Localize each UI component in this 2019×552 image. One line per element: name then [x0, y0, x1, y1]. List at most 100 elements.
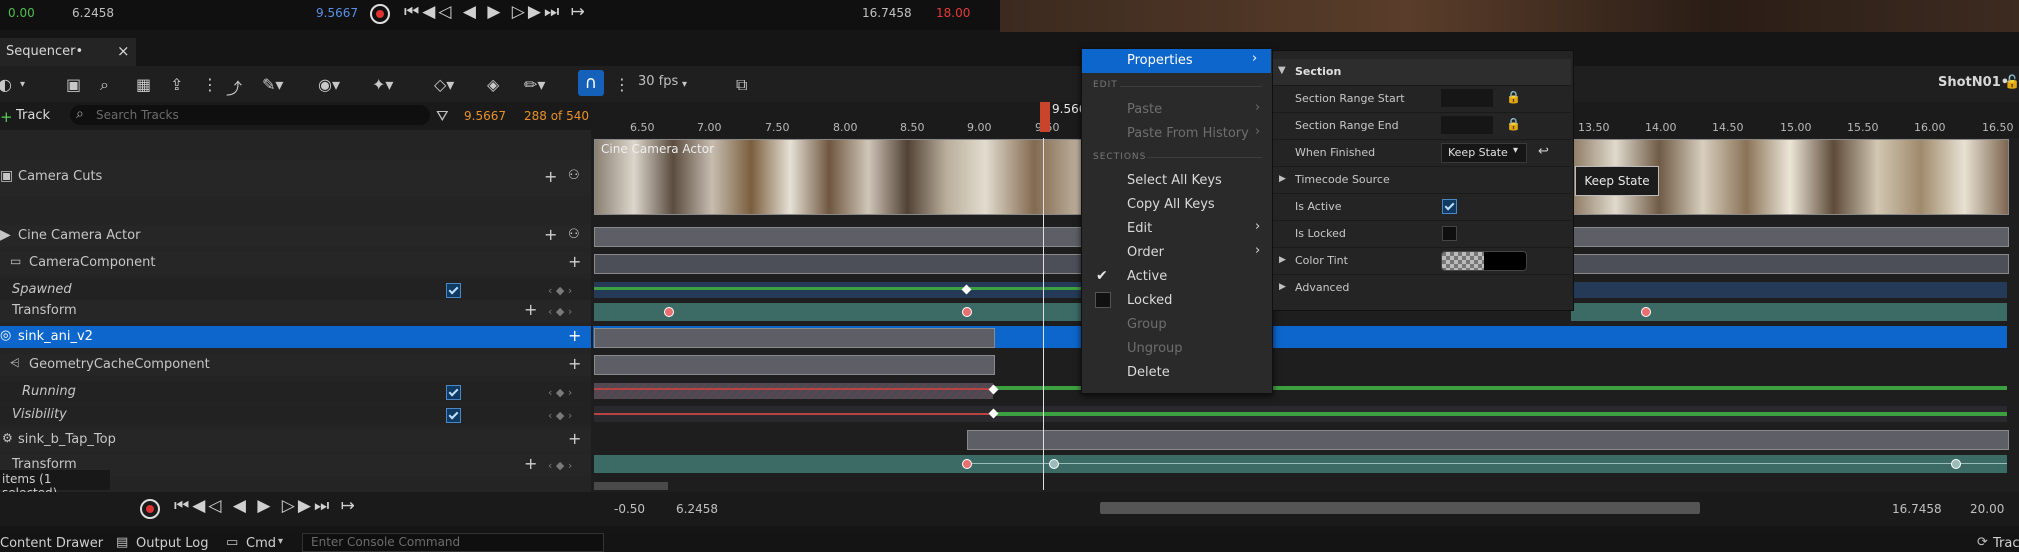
world-icon[interactable]: ◐: [0, 75, 12, 94]
menu-item-select-all-keys[interactable]: Select All Keys: [1127, 173, 1222, 188]
close-icon[interactable]: ×: [117, 42, 130, 60]
range-start-field[interactable]: [1441, 89, 1493, 107]
key-icon[interactable]: ◇▾: [434, 75, 454, 94]
transform-key[interactable]: [1049, 459, 1059, 469]
menu-item-active[interactable]: Active: [1127, 269, 1167, 284]
menu-item-edit[interactable]: Edit: [1127, 221, 1152, 236]
add-icon[interactable]: +: [0, 108, 13, 126]
track-row[interactable]: Running ‹ ◆ ›: [0, 381, 591, 403]
is-active-checkbox[interactable]: [1442, 199, 1457, 214]
running-checkbox[interactable]: [446, 385, 461, 400]
snap-icon[interactable]: ∩: [578, 70, 604, 96]
add-icon[interactable]: +: [524, 300, 537, 319]
chevron-down-icon[interactable]: ▾: [20, 79, 25, 90]
viewport-icon[interactable]: ⧉: [736, 75, 747, 95]
wrench-icon[interactable]: ✎▾: [262, 75, 283, 94]
spawned-lane-right[interactable]: [1571, 282, 2007, 298]
camera-component-section[interactable]: [594, 254, 1084, 274]
search-input[interactable]: ⌕ Search Tracks: [70, 105, 430, 125]
cine-camera-section[interactable]: [594, 227, 1084, 247]
menu-item-paste-history[interactable]: Paste From History: [1127, 126, 1249, 141]
add-icon[interactable]: +: [568, 354, 581, 373]
more-options-icon[interactable]: ⋮: [202, 75, 218, 94]
pencil-icon[interactable]: ✏▾: [524, 75, 545, 94]
content-drawer-button[interactable]: Content Drawer: [0, 536, 103, 551]
reset-icon[interactable]: ↩: [1538, 144, 1549, 159]
transform-key[interactable]: [1951, 459, 1961, 469]
cine-camera-section-right[interactable]: [1571, 227, 2009, 247]
color-tint-swatch[interactable]: [1441, 251, 1527, 271]
track-row-selected[interactable]: ◎ sink_ani_v2 +: [0, 326, 591, 348]
horizontal-scrollbar[interactable]: [1100, 502, 1700, 514]
menu-item-copy-all-keys[interactable]: Copy All Keys: [1127, 197, 1215, 212]
visibility-checkbox[interactable]: [446, 408, 461, 423]
add-icon[interactable]: +: [524, 454, 537, 473]
camera-lock-icon[interactable]: ⚇: [568, 168, 580, 183]
track-row[interactable]: Visibility ‹ ◆ ›: [0, 404, 591, 426]
chevron-down-icon[interactable]: ▾: [682, 79, 687, 90]
tap-transform-lane[interactable]: [594, 455, 2007, 473]
trace-button[interactable]: Trace: [1993, 536, 2019, 551]
track-row[interactable]: Transform + ‹ ◆ ›: [0, 300, 591, 322]
output-log-button[interactable]: Output Log: [136, 536, 209, 551]
camera-lock-icon[interactable]: ⚇: [568, 227, 580, 242]
lock-icon[interactable]: 🔒: [1506, 117, 1521, 131]
key-nav-icon[interactable]: ‹ ◆ ›: [548, 305, 572, 318]
playhead-marker[interactable]: [1040, 102, 1050, 132]
menu-item-properties[interactable]: Properties ›: [1082, 49, 1271, 73]
camera-cut-section[interactable]: Cine Camera Actor: [594, 139, 1084, 215]
record-button[interactable]: [140, 499, 160, 519]
add-icon[interactable]: +: [568, 326, 581, 345]
tap-top-section[interactable]: [967, 430, 2009, 450]
transform-key[interactable]: [1641, 307, 1651, 317]
menu-item-group[interactable]: Group: [1127, 317, 1167, 332]
transform-key[interactable]: [962, 459, 972, 469]
add-icon[interactable]: +: [544, 225, 557, 244]
geometry-cache-section[interactable]: [594, 355, 995, 375]
key-nav-icon[interactable]: ‹ ◆ ›: [548, 386, 572, 399]
menu-item-ungroup[interactable]: Ungroup: [1127, 341, 1183, 356]
add-track-button[interactable]: Track: [16, 108, 50, 123]
is-locked-checkbox[interactable]: [1442, 226, 1457, 241]
filter-icon[interactable]: ⛛: [436, 107, 449, 125]
tab-sequencer[interactable]: Sequencer• ×: [0, 38, 136, 66]
track-row[interactable]: ▭ CameraComponent +: [0, 252, 591, 274]
transform-key[interactable]: [962, 307, 972, 317]
add-icon[interactable]: +: [568, 252, 581, 271]
export-icon[interactable]: ⇪: [170, 75, 183, 94]
menu-item-locked[interactable]: Locked: [1127, 293, 1172, 308]
track-row[interactable]: ▣ Camera Cuts + ⚇: [0, 160, 591, 196]
spawned-checkbox[interactable]: [446, 283, 461, 298]
locked-checkbox[interactable]: [1095, 292, 1111, 308]
add-icon[interactable]: +: [568, 429, 581, 448]
key-nav-icon[interactable]: ‹ ◆ ›: [548, 459, 572, 472]
top-transport-icons[interactable]: ⏮◀◁ ◀ ▶ ▷▶⏭ ↦: [404, 2, 588, 22]
render-movie-icon[interactable]: ▦: [136, 75, 151, 94]
curve-editor-icon[interactable]: ⤴: [226, 75, 242, 99]
track-row[interactable]: ▶ Cine Camera Actor + ⚇: [0, 225, 591, 247]
lock-icon[interactable]: 🔓: [2004, 75, 2019, 90]
auto-key-icon[interactable]: ◈: [487, 75, 499, 94]
eye-icon[interactable]: ◉▾: [318, 75, 340, 94]
console-input[interactable]: Enter Console Command: [302, 533, 604, 552]
details-header[interactable]: ▼ Section: [1273, 59, 1571, 85]
menu-item-delete[interactable]: Delete: [1127, 365, 1170, 380]
fps-dropdown[interactable]: 30 fps: [638, 74, 678, 89]
cmd-dropdown[interactable]: Cmd: [246, 536, 276, 551]
when-finished-dropdown[interactable]: Keep State ▾: [1441, 143, 1527, 163]
track-row[interactable]: Spawned ‹ ◆ ›: [0, 279, 591, 301]
key-nav-icon[interactable]: ‹ ◆ ›: [548, 284, 572, 297]
add-icon[interactable]: +: [544, 167, 557, 186]
lock-icon[interactable]: 🔒: [1506, 90, 1521, 104]
vertical-scrollbar[interactable]: [594, 482, 668, 490]
save-icon[interactable]: ▣: [66, 75, 81, 94]
record-button[interactable]: [370, 4, 390, 24]
menu-item-paste[interactable]: Paste: [1127, 102, 1162, 117]
chevron-down-icon[interactable]: ▾: [278, 536, 283, 547]
transform-lane-right[interactable]: [1571, 303, 2007, 321]
spawned-lane[interactable]: [594, 282, 1082, 298]
range-end-field[interactable]: [1441, 116, 1493, 134]
transform-key[interactable]: [664, 307, 674, 317]
running-lane[interactable]: [594, 383, 993, 399]
bottom-transport-icons[interactable]: ⏮◀◁ ◀ ▶ ▷▶⏭ ↦: [174, 496, 358, 516]
